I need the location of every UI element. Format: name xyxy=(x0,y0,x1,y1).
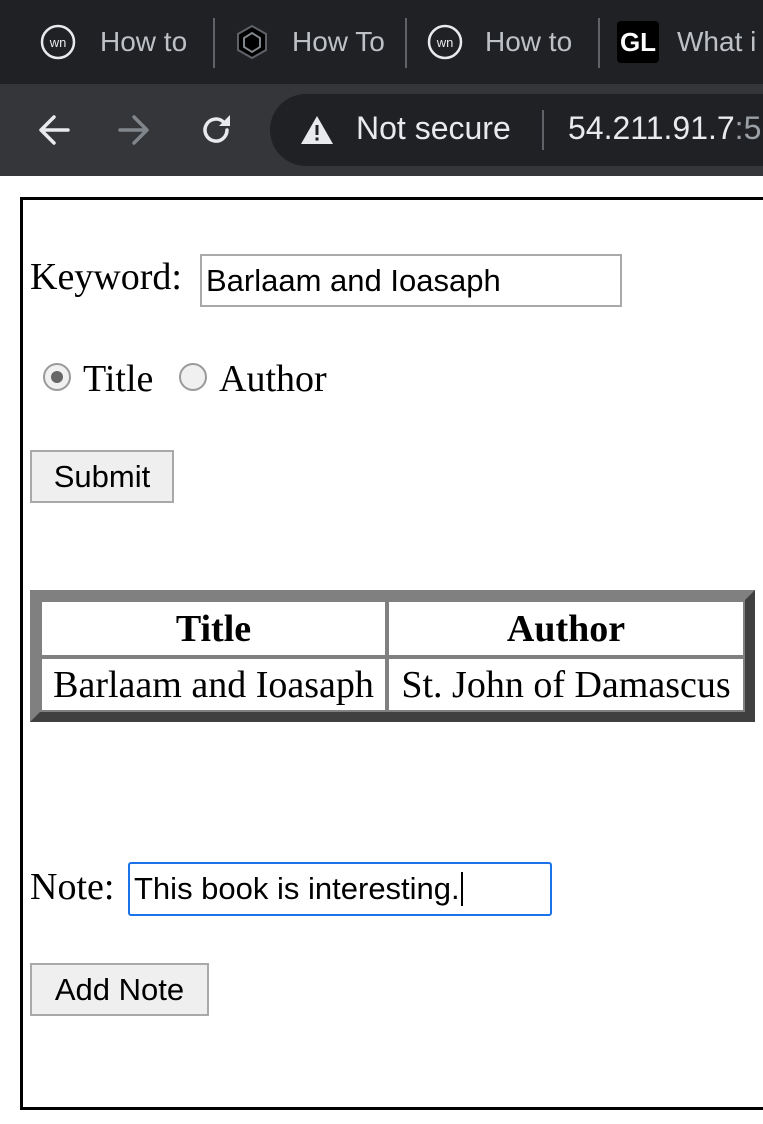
browser-tab-4[interactable]: GL What i xyxy=(617,0,763,84)
note-input-value: This book is interesting. xyxy=(134,871,460,906)
title-radio[interactable] xyxy=(43,363,71,391)
url-host: 54.211.91.7 xyxy=(568,110,735,146)
back-button[interactable] xyxy=(32,108,76,152)
table-header-title: Title xyxy=(40,600,387,657)
tab-strip: wn How to How To wn How to GL What i xyxy=(0,0,763,84)
security-label[interactable]: Not secure xyxy=(356,110,511,147)
warning-icon xyxy=(301,116,333,144)
gl-logo-icon: GL xyxy=(617,21,659,63)
tab-title: How to xyxy=(485,26,573,57)
table-header-author: Author xyxy=(387,600,745,657)
tab-title: How to xyxy=(100,26,188,57)
tab-title: How To xyxy=(292,26,385,57)
author-radio-label[interactable]: Author xyxy=(219,357,327,401)
browser-tab-3[interactable]: wn How to xyxy=(427,0,597,84)
gl-logo-text: GL xyxy=(619,26,657,57)
tab-divider xyxy=(598,18,600,68)
address-bar[interactable]: Not secure 54.211.91.7:5 xyxy=(270,94,763,166)
table-cell-author: St. John of Damascus xyxy=(387,657,745,712)
webmaster-icon: wn xyxy=(40,24,76,60)
tab-title: What i xyxy=(677,26,757,57)
browser-toolbar: Not secure 54.211.91.7:5 xyxy=(0,84,763,176)
browser-tab-2[interactable]: How To xyxy=(234,0,404,84)
webmaster-icon: wn xyxy=(427,24,463,60)
title-radio-label[interactable]: Title xyxy=(83,357,153,401)
author-radio[interactable] xyxy=(179,363,207,391)
url-port: :5 xyxy=(734,110,762,146)
svg-text:wn: wn xyxy=(436,35,454,50)
keyword-input[interactable]: Barlaam and Ioasaph xyxy=(200,254,622,307)
table-cell-title: Barlaam and Ioasaph xyxy=(40,657,387,712)
reload-icon xyxy=(203,115,230,143)
add-note-button[interactable]: Add Note xyxy=(30,963,209,1016)
note-label: Note: xyxy=(30,866,115,908)
svg-text:wn: wn xyxy=(49,35,67,50)
tab-divider xyxy=(405,18,407,68)
omnibox-divider xyxy=(542,110,544,150)
note-input[interactable]: This book is interesting. xyxy=(128,862,552,916)
browser-tab-1[interactable]: wn How to xyxy=(40,0,210,84)
url-text[interactable]: 54.211.91.7:5 xyxy=(568,110,761,147)
tab-divider xyxy=(213,18,215,68)
text-caret xyxy=(460,872,463,906)
reload-button[interactable] xyxy=(194,108,238,152)
forward-button[interactable] xyxy=(112,108,156,152)
keyword-label: Keyword: xyxy=(30,256,182,298)
results-table: Title Author Barlaam and Ioasaph St. Joh… xyxy=(30,590,755,722)
keyword-input-value: Barlaam and Ioasaph xyxy=(206,262,501,298)
arrow-left-icon xyxy=(39,115,70,145)
submit-button[interactable]: Submit xyxy=(30,450,174,503)
hexagon-logo-icon xyxy=(234,24,270,60)
arrow-right-icon xyxy=(118,115,149,145)
